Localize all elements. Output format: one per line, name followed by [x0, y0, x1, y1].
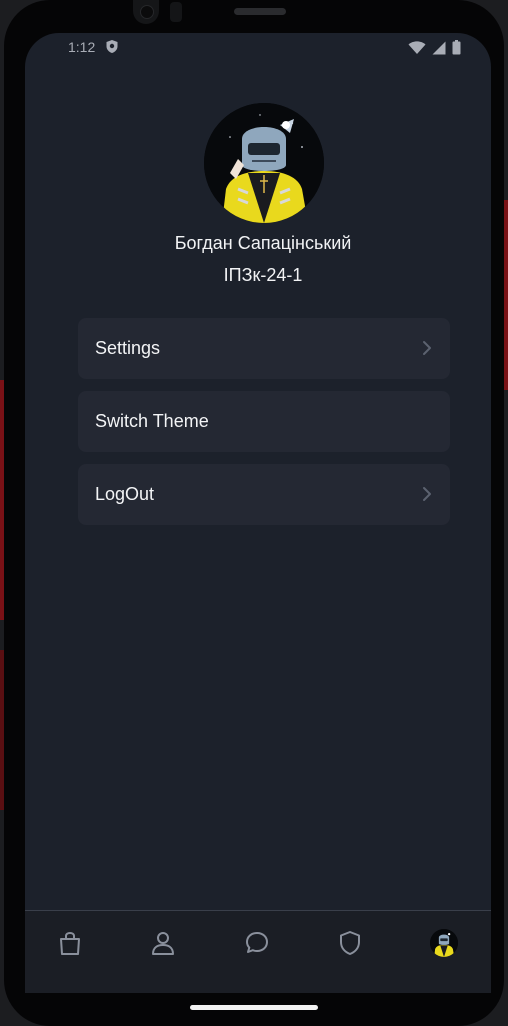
bottom-tab-bar	[25, 910, 491, 993]
tab-chat[interactable]	[235, 921, 279, 965]
profile-avatar-icon	[430, 929, 458, 957]
profile-group: ІПЗк-24-1	[223, 265, 303, 285]
chevron-right-icon	[423, 487, 431, 501]
cellular-signal-icon	[432, 41, 446, 54]
earpiece-speaker	[234, 8, 286, 15]
profile-avatar-image	[204, 103, 324, 223]
status-shield-icon	[105, 39, 119, 54]
front-camera	[133, 0, 159, 24]
profile-name: Богдан Сапацінський	[174, 233, 352, 253]
status-time: 1:12	[68, 39, 96, 55]
tab-account[interactable]	[141, 921, 185, 965]
chat-bubble-icon	[246, 932, 268, 953]
user-icon	[152, 932, 174, 955]
tab-shop[interactable]	[48, 921, 92, 965]
menu-item-label: LogOut	[95, 484, 155, 504]
menu-item-logout[interactable]: LogOut	[78, 464, 450, 525]
device-bezel: 1:12 Богдан Сапацінський ІПЗк-24-1 Setti…	[0, 0, 508, 1026]
tab-security[interactable]	[328, 921, 372, 965]
proximity-sensor	[170, 2, 182, 22]
profile-avatar[interactable]	[204, 103, 324, 223]
phone-frame: 1:12 Богдан Сапацінський ІПЗк-24-1 Setti…	[4, 0, 504, 1026]
menu-item-label: Switch Theme	[95, 411, 209, 431]
status-right-icons	[408, 40, 461, 55]
wifi-icon	[408, 40, 426, 54]
status-bar: 1:12	[25, 33, 491, 61]
battery-icon	[452, 40, 461, 55]
chevron-right-icon	[423, 341, 431, 355]
menu-item-label: Settings	[95, 338, 161, 358]
menu-item-settings[interactable]: Settings	[78, 318, 450, 379]
tab-profile[interactable]	[422, 921, 466, 965]
menu-item-switch-theme[interactable]: Switch Theme	[78, 391, 450, 452]
profile-menu: Settings Switch Theme LogOut	[78, 318, 450, 537]
home-gesture-bar[interactable]	[190, 1005, 318, 1010]
shopping-bag-icon	[60, 932, 80, 955]
app-screen: 1:12 Богдан Сапацінський ІПЗк-24-1 Setti…	[25, 33, 491, 993]
shield-icon	[340, 931, 360, 955]
